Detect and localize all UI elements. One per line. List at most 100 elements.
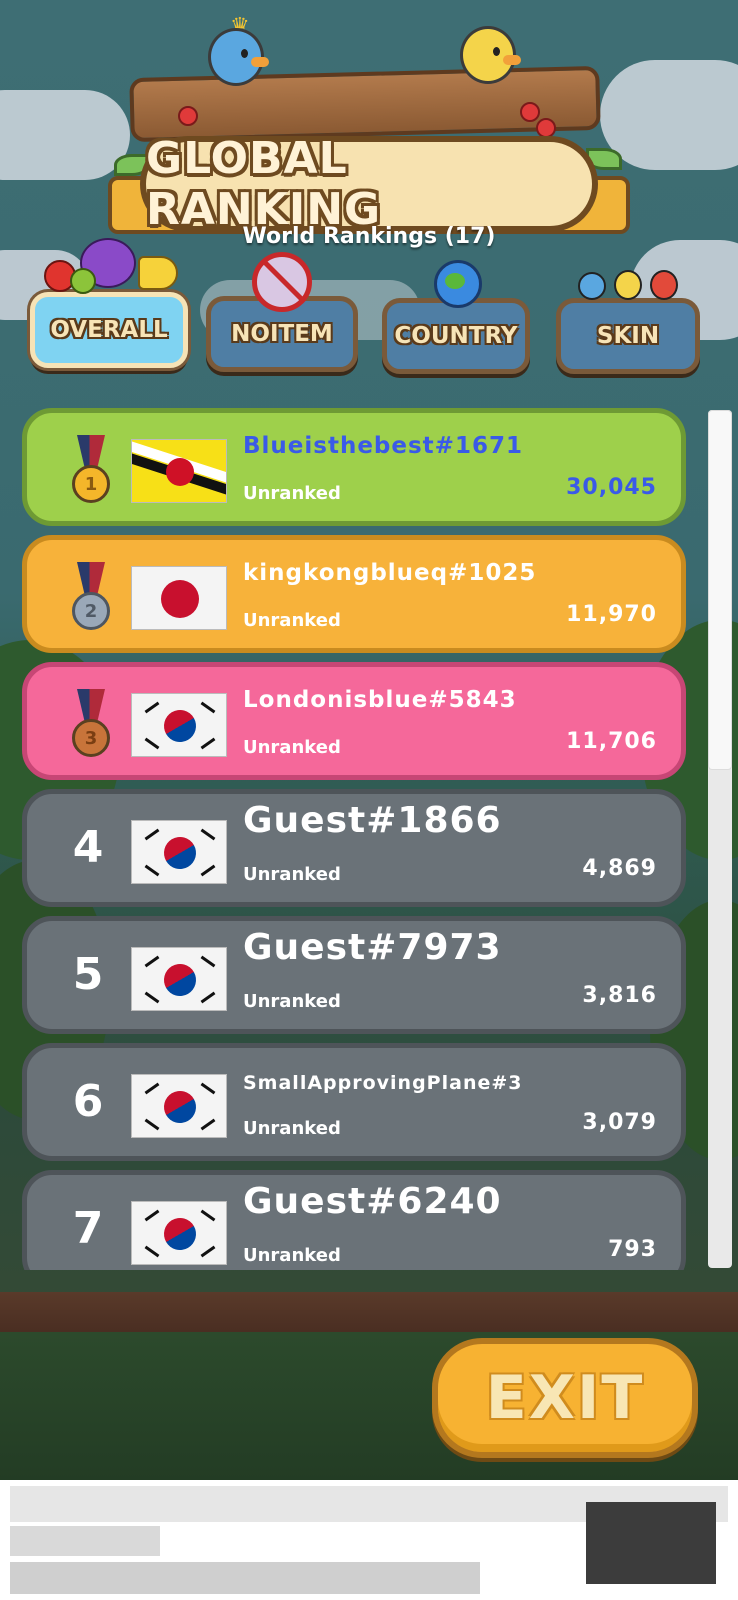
- bird-blue: [578, 272, 606, 300]
- south-korea-flag-icon: [131, 1201, 227, 1265]
- ranking-row[interactable]: 3 Londonisblue#5843 Unranked 11,706: [22, 662, 686, 780]
- player-score: 11,970: [566, 602, 657, 627]
- bird-yellow: [614, 270, 642, 300]
- flag-trigram: [144, 1082, 160, 1095]
- ranking-row[interactable]: 2 kingkongblueq#1025 Unranked 11,970: [22, 535, 686, 653]
- player-status: Unranked: [243, 483, 341, 504]
- tab-country-label: COUNTRY: [394, 323, 518, 349]
- player-status: Unranked: [243, 737, 341, 758]
- flag-sun: [161, 580, 199, 618]
- rank-number: 6: [72, 1076, 104, 1127]
- medal-disc: 2: [72, 592, 110, 630]
- flag-trigram: [144, 864, 160, 877]
- ad-placeholder: [586, 1502, 716, 1584]
- flag-trigram: [144, 991, 160, 1004]
- game-background: ♛ GLOBAL RANKING World Rankings (17) OVE…: [0, 0, 738, 1480]
- rank-number: 5: [72, 949, 104, 1000]
- flag-crest: [166, 458, 194, 486]
- player-status: Unranked: [243, 1118, 341, 1139]
- prohibition-slash: [261, 259, 307, 304]
- medal-disc: 3: [72, 719, 110, 757]
- beak: [251, 57, 269, 67]
- rank-number: 7: [72, 1203, 104, 1254]
- player-status: Unranked: [243, 864, 341, 885]
- rank-number: 4: [72, 822, 104, 873]
- page-title: GLOBAL RANKING: [146, 133, 382, 235]
- player-status: Unranked: [243, 1245, 341, 1266]
- flag-taeguk: [158, 831, 202, 875]
- flag-taeguk: [158, 1212, 202, 1256]
- ranking-scrollbar[interactable]: [708, 410, 732, 1268]
- exit-button[interactable]: EXIT: [432, 1338, 698, 1458]
- flag-trigram: [144, 1118, 160, 1131]
- silver-medal-icon: 2: [71, 562, 111, 634]
- exit-button-label: EXIT: [485, 1363, 645, 1433]
- player-score: 3,816: [582, 983, 657, 1008]
- flag-trigram: [144, 737, 160, 750]
- flag-trigram: [144, 701, 160, 714]
- ranking-list[interactable]: 1 Blueisthebest#1671 Unranked 30,045 2 k…: [18, 400, 690, 1270]
- player-score: 3,079: [582, 1110, 657, 1135]
- ranking-row[interactable]: 1 Blueisthebest#1671 Unranked 30,045: [22, 408, 686, 526]
- flag-trigram: [144, 828, 160, 841]
- flag-trigram: [200, 1209, 216, 1222]
- player-name: Guest#1866: [243, 800, 502, 841]
- south-korea-flag-icon: [131, 947, 227, 1011]
- south-korea-flag-icon: [131, 1074, 227, 1138]
- kiwi: [70, 268, 96, 294]
- flag-trigram: [200, 701, 216, 714]
- flag-trigram: [200, 864, 216, 877]
- globe-icon: [434, 260, 482, 308]
- player-name: Blueisthebest#1671: [243, 433, 523, 459]
- yellow-duck-mascot: [460, 26, 521, 84]
- bird-red: [650, 270, 678, 300]
- ad-banner[interactable]: [0, 1482, 738, 1600]
- fruit-basket-icon: [44, 234, 184, 298]
- blue-bird-mascot: [208, 28, 269, 86]
- player-name: SmallApprovingPlane#3: [243, 1072, 523, 1094]
- brunei-flag-icon: [131, 439, 227, 503]
- tab-skin[interactable]: SKIN: [556, 298, 700, 374]
- player-name: kingkongblueq#1025: [243, 560, 537, 586]
- berry-decoration: [178, 106, 198, 126]
- berry-decoration: [520, 102, 540, 122]
- tab-overall-label: OVERALL: [50, 317, 168, 343]
- player-name: Guest#7973: [243, 927, 502, 968]
- ranking-row[interactable]: 6 SmallApprovingPlane#3 Unranked 3,079: [22, 1043, 686, 1161]
- flag-taeguk: [158, 704, 202, 748]
- player-score: 11,706: [566, 729, 657, 754]
- flag-trigram: [144, 1245, 160, 1258]
- player-status: Unranked: [243, 991, 341, 1012]
- medal-disc: 1: [72, 465, 110, 503]
- ranking-row[interactable]: 4 Guest#1866 Unranked 4,869: [22, 789, 686, 907]
- banana: [138, 256, 178, 290]
- flag-trigram: [200, 1082, 216, 1095]
- ranking-row[interactable]: 7 Guest#6240 Unranked 793: [22, 1170, 686, 1270]
- bronze-medal-icon: 3: [71, 689, 111, 761]
- ground-strip: [0, 1292, 738, 1332]
- tab-overall[interactable]: OVERALL: [30, 292, 188, 368]
- flag-trigram: [200, 1118, 216, 1131]
- player-name: Londonisblue#5843: [243, 687, 517, 713]
- flag-trigram: [200, 1245, 216, 1258]
- scrollbar-thumb[interactable]: [708, 410, 732, 770]
- flag-trigram: [200, 955, 216, 968]
- flag-trigram: [144, 955, 160, 968]
- flag-trigram: [200, 991, 216, 1004]
- eye: [241, 49, 248, 58]
- flag-trigram: [144, 1209, 160, 1222]
- tab-noitem-label: NOITEM: [231, 321, 333, 347]
- south-korea-flag-icon: [131, 820, 227, 884]
- player-score: 4,869: [582, 856, 657, 881]
- eye: [493, 47, 500, 56]
- flag-trigram: [200, 737, 216, 750]
- beak: [503, 55, 521, 65]
- tab-country[interactable]: COUNTRY: [382, 298, 530, 374]
- south-korea-flag-icon: [131, 693, 227, 757]
- player-name: Guest#6240: [243, 1181, 502, 1222]
- ranking-row[interactable]: 5 Guest#7973 Unranked 3,816: [22, 916, 686, 1034]
- flag-taeguk: [158, 1085, 202, 1129]
- gold-medal-icon: 1: [71, 435, 111, 507]
- japan-flag-icon: [131, 566, 227, 630]
- flag-trigram: [200, 828, 216, 841]
